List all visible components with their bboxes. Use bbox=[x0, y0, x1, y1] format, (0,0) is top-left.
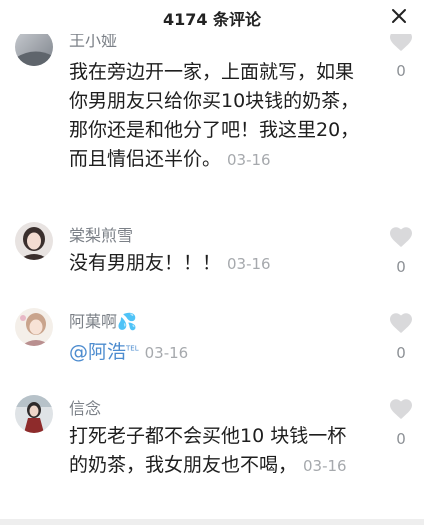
comment-text: 我在旁边开一家，上面就写，如果你男朋友只给你买10块钱的奶茶，那你还是和他分了吧… bbox=[69, 58, 365, 175]
comment-date: 03-16 bbox=[144, 344, 189, 363]
comment-username[interactable]: 信念 bbox=[69, 395, 101, 419]
comment-count: 4174 bbox=[162, 10, 208, 29]
like-count: 0 bbox=[396, 258, 406, 276]
comment-count-title: 4174 条评论 bbox=[0, 6, 424, 30]
heart-icon bbox=[390, 227, 412, 247]
heart-icon bbox=[390, 313, 412, 333]
comment-date: 03-16 bbox=[303, 457, 347, 475]
avatar[interactable] bbox=[15, 222, 53, 260]
mention-link[interactable]: @阿浩TEL bbox=[69, 341, 139, 363]
comment-text: @阿浩TEL 03-16 bbox=[69, 335, 365, 368]
like-button[interactable]: 0 bbox=[386, 226, 416, 276]
heart-icon bbox=[390, 399, 412, 419]
avatar[interactable] bbox=[15, 395, 53, 433]
close-icon bbox=[392, 9, 406, 23]
like-button[interactable]: 0 bbox=[386, 398, 416, 448]
comment-username[interactable]: 棠梨煎雪 bbox=[69, 222, 133, 246]
comment-list: 王小娅 我在旁边开一家，上面就写，如果你男朋友只给你买10块钱的奶茶，那你还是和… bbox=[0, 0, 424, 525]
comment-date: 03-16 bbox=[227, 151, 271, 169]
like-button[interactable]: 0 bbox=[386, 30, 416, 80]
like-count: 0 bbox=[396, 344, 406, 362]
comment-username[interactable]: 阿菓啊💦 bbox=[69, 308, 137, 332]
avatar[interactable] bbox=[15, 308, 53, 346]
comment-count-suffix: 条评论 bbox=[207, 10, 262, 29]
like-count: 0 bbox=[396, 430, 406, 448]
mention-badge: TEL bbox=[126, 345, 139, 353]
comment-body: 没有男朋友！！！ bbox=[69, 252, 222, 274]
bottom-divider bbox=[0, 519, 424, 525]
comment-text: 打死老子都不会买他10 块钱一杯的奶茶，我女朋友也不喝， 03-16 bbox=[69, 422, 365, 481]
like-count: 0 bbox=[396, 62, 406, 80]
close-button[interactable] bbox=[386, 3, 412, 29]
like-button[interactable]: 0 bbox=[386, 312, 416, 362]
comments-header: 4174 条评论 bbox=[0, 0, 424, 34]
comment-body: 我在旁边开一家，上面就写，如果你男朋友只给你买10块钱的奶茶，那你还是和他分了吧… bbox=[69, 61, 360, 170]
comment-text: 没有男朋友！！！ 03-16 bbox=[69, 249, 365, 279]
comment-date: 03-16 bbox=[227, 255, 271, 273]
